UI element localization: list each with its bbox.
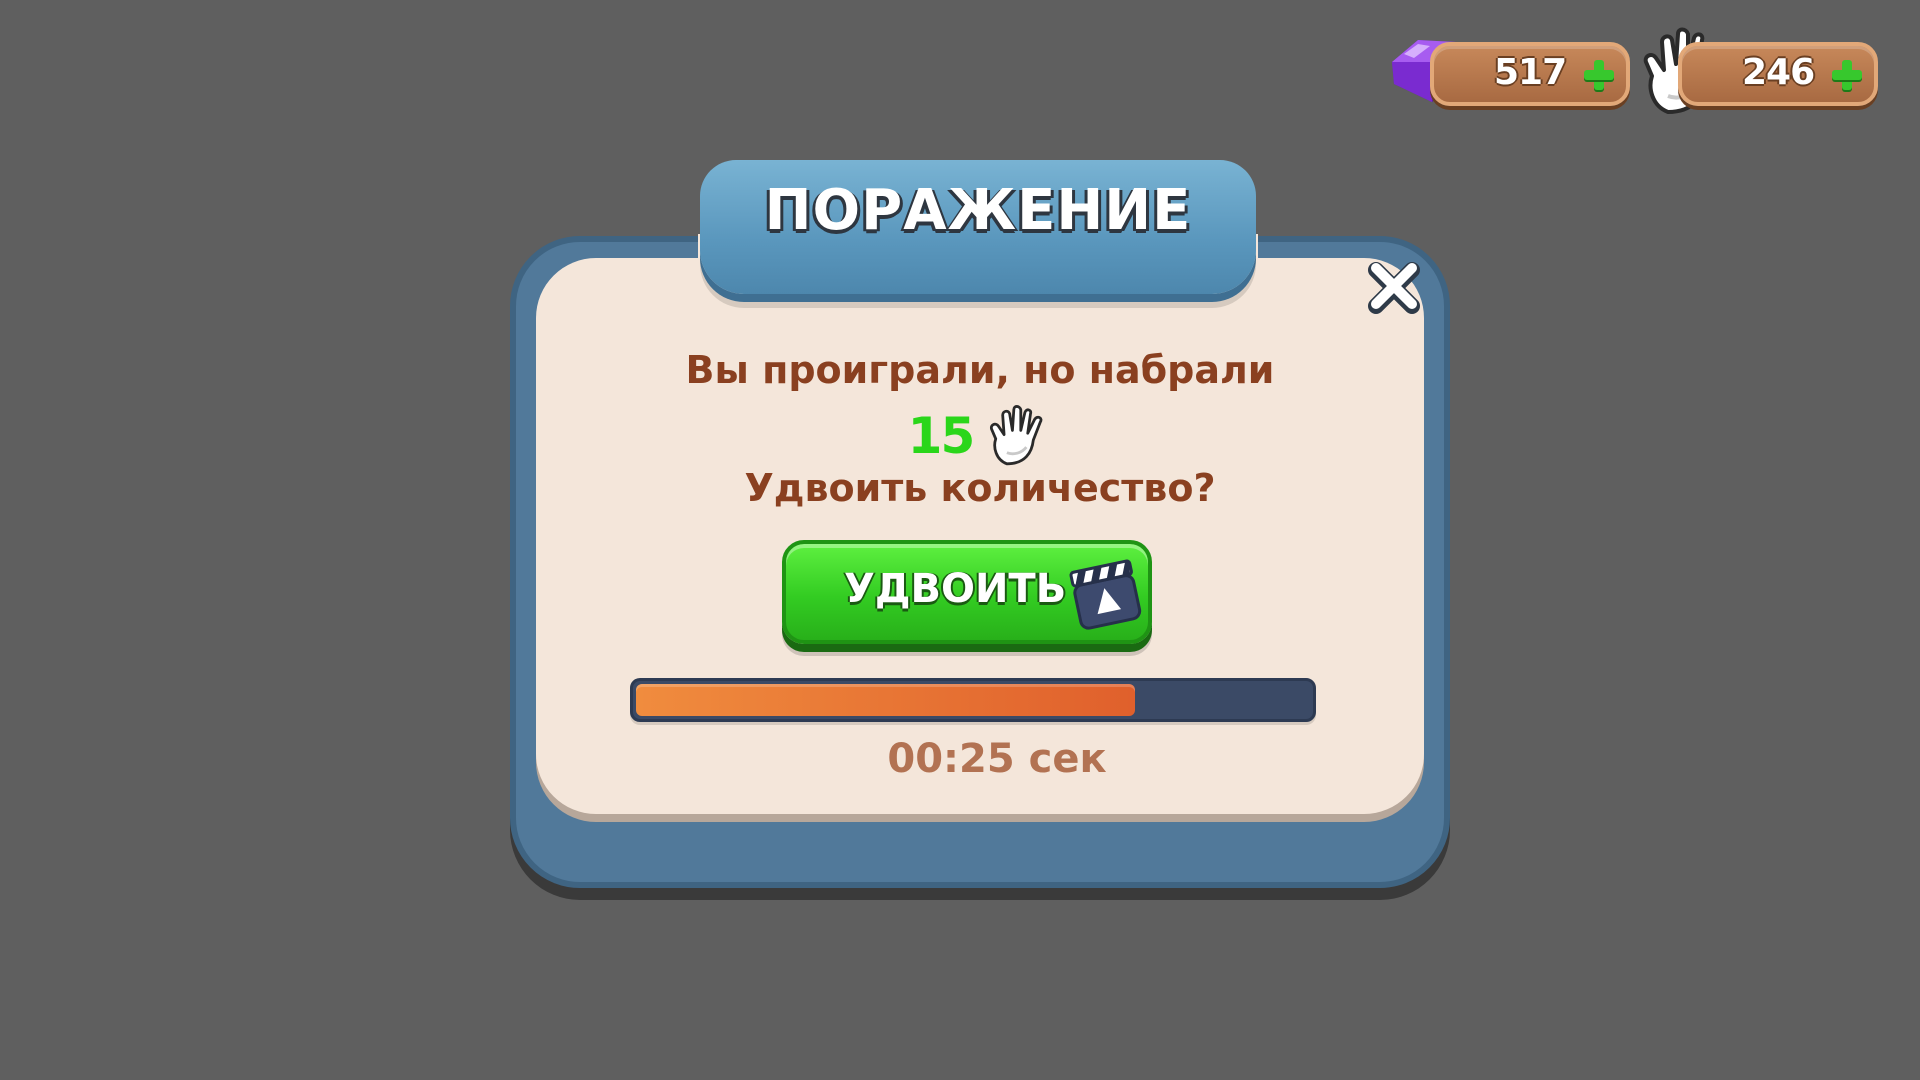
score-value: 15	[907, 407, 976, 465]
add-gems-plus-icon[interactable]	[1582, 58, 1616, 92]
hand-icon	[990, 405, 1043, 466]
add-hands-plus-icon[interactable]	[1830, 58, 1864, 92]
timer-text: 00:25 сек	[887, 736, 1107, 782]
gem-count: 517	[1494, 52, 1567, 93]
double-reward-button[interactable]: УДВОИТЬ	[782, 540, 1152, 644]
score-row: 15	[536, 404, 1424, 468]
dialog-content-panel	[536, 258, 1424, 814]
video-clapper-icon	[1069, 559, 1142, 630]
close-button[interactable]	[1364, 258, 1424, 318]
close-icon	[1368, 262, 1420, 314]
timer-progress-fill	[636, 684, 1135, 716]
timer-progress-bar	[630, 678, 1316, 722]
dialog-title: ПОРАЖЕНИЕ	[764, 178, 1192, 243]
double-question: Удвоить количество?	[744, 466, 1216, 510]
hand-counter[interactable]: 246	[1678, 42, 1878, 106]
hand-count: 246	[1742, 52, 1815, 93]
gem-counter[interactable]: 517	[1430, 42, 1630, 106]
double-button-label: УДВОИТЬ	[844, 566, 1067, 612]
result-message: Вы проиграли, но набрали	[685, 348, 1275, 392]
